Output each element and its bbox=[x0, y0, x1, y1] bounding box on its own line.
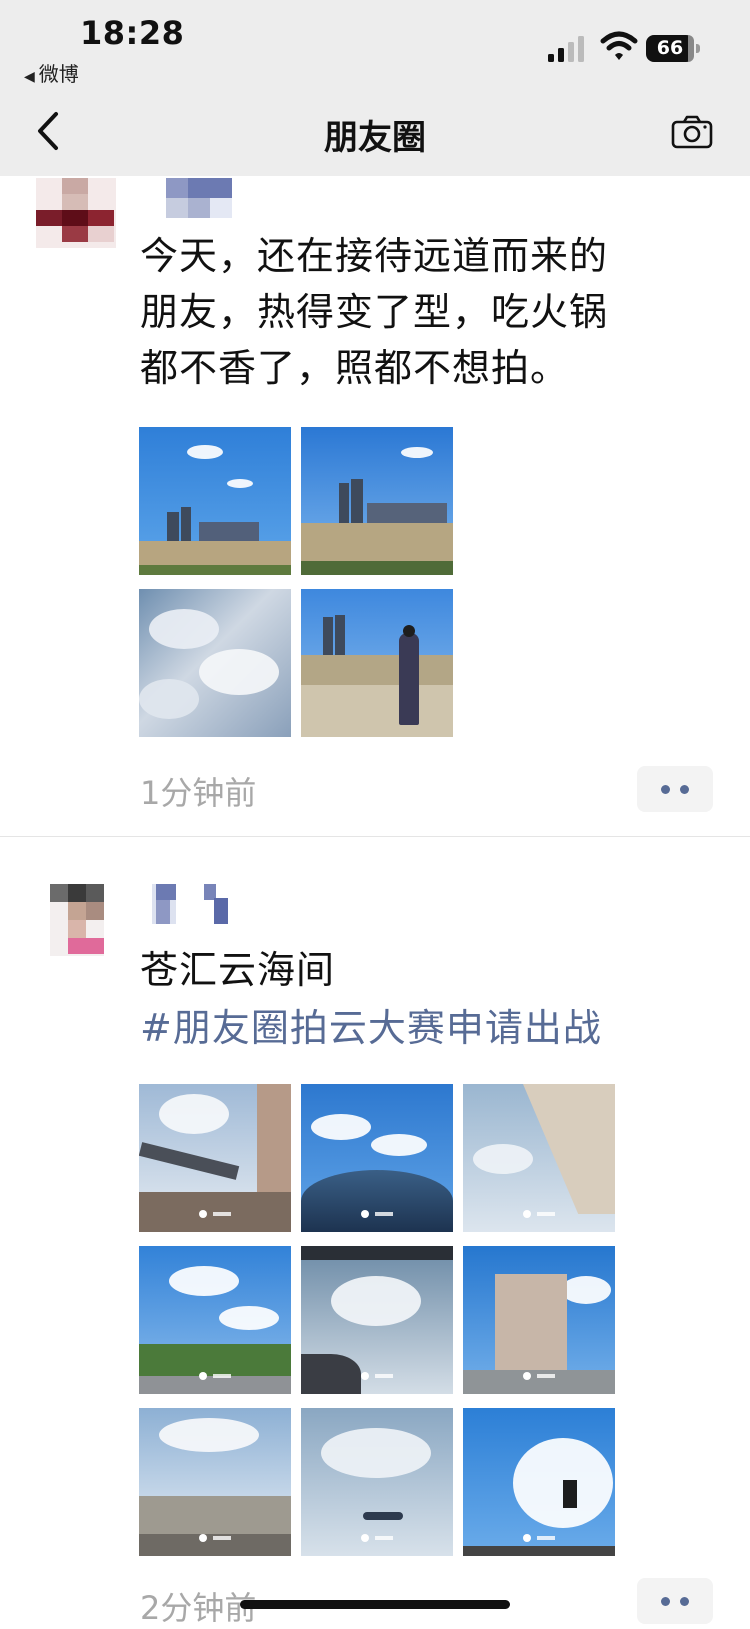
battery-icon: 66 bbox=[646, 35, 702, 62]
post-photo[interactable] bbox=[139, 1246, 291, 1394]
post-photo[interactable] bbox=[463, 1408, 615, 1556]
back-to-app-link[interactable]: ◀ 微博 bbox=[24, 58, 79, 87]
more-dots-icon[interactable] bbox=[637, 766, 713, 812]
post-text: 今天，还在接待远道而来的 朋友，热得变了型，吃火锅 都不香了，照都不想拍。 bbox=[140, 228, 608, 396]
post-text-line: 今天，还在接待远道而来的 bbox=[140, 234, 609, 278]
post-photo[interactable] bbox=[301, 1084, 453, 1232]
back-triangle-icon: ◀ bbox=[24, 69, 35, 85]
nav-bar: 朋友圈 bbox=[0, 88, 750, 176]
battery-level: 66 bbox=[656, 37, 684, 59]
post-text-line: 都不香了，照都不想拍。 bbox=[140, 346, 570, 390]
page-title: 朋友圈 bbox=[324, 118, 426, 158]
post-photo[interactable] bbox=[463, 1246, 615, 1394]
post-timestamp: 2分钟前 bbox=[140, 1589, 257, 1627]
status-time: 18:28 bbox=[80, 14, 185, 52]
cellular-signal-icon bbox=[548, 36, 584, 62]
post-photo[interactable] bbox=[139, 427, 291, 575]
wifi-icon bbox=[600, 31, 638, 60]
post-text-line: 朋友，热得变了型，吃火锅 bbox=[140, 290, 609, 334]
post-photo[interactable] bbox=[301, 1246, 453, 1394]
username-blurred[interactable] bbox=[152, 884, 232, 924]
post-photo[interactable] bbox=[301, 427, 453, 575]
post-photo[interactable] bbox=[463, 1084, 615, 1232]
post-text: 苍汇云海间 bbox=[140, 942, 335, 998]
camera-icon[interactable] bbox=[670, 114, 714, 150]
post-divider bbox=[0, 836, 750, 837]
status-bar: 18:28 ◀ 微博 66 bbox=[0, 0, 750, 88]
post-timestamp: 1分钟前 bbox=[140, 774, 257, 812]
post-photo[interactable] bbox=[139, 589, 291, 737]
avatar[interactable] bbox=[36, 178, 116, 248]
post-text-line: 苍汇云海间 bbox=[140, 948, 336, 992]
post-photo[interactable] bbox=[301, 1408, 453, 1556]
post-photo[interactable] bbox=[139, 1084, 291, 1232]
hashtag-link[interactable]: #朋友圈拍云大赛申请出战 bbox=[140, 1000, 602, 1056]
back-app-label: 微博 bbox=[38, 62, 79, 86]
avatar[interactable] bbox=[50, 884, 104, 956]
more-dots-icon[interactable] bbox=[637, 1578, 713, 1624]
post-photo[interactable] bbox=[139, 1408, 291, 1556]
home-indicator[interactable] bbox=[240, 1600, 510, 1609]
username-blurred[interactable] bbox=[166, 178, 232, 218]
post-photo[interactable] bbox=[301, 589, 453, 737]
